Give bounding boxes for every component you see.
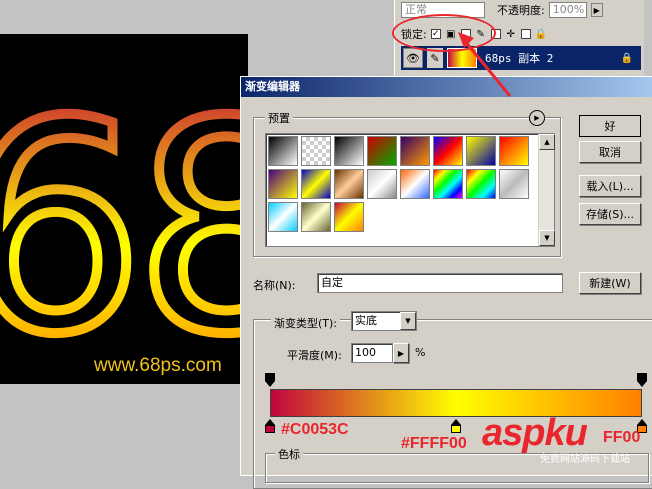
preset-swatch[interactable] [433,169,463,199]
eye-icon[interactable]: 👁 [403,48,423,68]
big-number-artwork: 68 [0,56,248,384]
triangle-down-icon: ▼ [544,234,550,242]
name-label: 名称(N): [253,279,296,292]
preset-swatch[interactable] [334,169,364,199]
preset-swatch[interactable] [334,202,364,232]
blend-mode-value: 正常 [405,3,427,16]
preset-swatch[interactable] [466,136,496,166]
smoothness-slider-button[interactable]: ▶ [393,343,409,363]
presets-label: 预置 [265,110,293,126]
brand-logo-subtitle: 免费网站源码下载站 [540,454,630,465]
watermark-url: www.68ps.com [94,355,222,376]
chevron-down-icon[interactable]: ▼ [400,312,416,330]
smoothness-value: 100 [355,346,376,359]
preset-swatch[interactable] [301,136,331,166]
opacity-label: 不透明度: [497,4,545,17]
presets-scrollbar[interactable]: ▲ ▼ [538,134,555,246]
opacity-input[interactable]: 100% [548,2,587,18]
preset-swatch[interactable] [301,169,331,199]
gradient-type-label: 渐变类型(T): [271,315,341,331]
brand-logo: aspku [482,412,588,454]
annotation-left-color: #C0053C [281,421,349,438]
annotation-right-color: FF00 [603,429,641,446]
ok-button[interactable]: 好 [578,114,642,138]
color-stop-middle[interactable] [451,419,461,433]
presets-menu-button[interactable]: ▶ [529,110,545,126]
color-stop-left[interactable] [265,419,275,433]
triangle-right-icon: ▶ [593,5,600,15]
opacity-value: 100% [552,3,585,16]
preset-swatch[interactable] [499,136,529,166]
load-button[interactable]: 载入(L)... [579,175,641,197]
name-value: 自定 [321,276,343,289]
preset-swatch[interactable] [400,136,430,166]
lock-all-checkbox[interactable] [520,29,531,39]
preset-swatch[interactable] [433,136,463,166]
opacity-stop-left[interactable] [265,373,275,387]
triangle-right-icon: ▶ [534,114,540,122]
triangle-up-icon: ▲ [544,138,550,146]
big-number-text: 68 [0,94,248,354]
gradient-editor-dialog: 渐变编辑器 预置 ▶ ▲ ▼ 好 取消 载入(L)... 存储(S)... 名称… [240,76,652,489]
preset-swatch[interactable] [334,136,364,166]
preset-swatch[interactable] [367,169,397,199]
scroll-up-button[interactable]: ▲ [539,134,555,150]
new-button[interactable]: 新建(W) [579,272,641,294]
save-button[interactable]: 存储(S)... [579,203,641,225]
preset-swatch[interactable] [367,136,397,166]
lock-icon: 🔒 [620,52,633,64]
preset-swatch[interactable] [499,169,529,199]
smoothness-unit: % [415,346,426,359]
preset-swatch[interactable] [268,169,298,199]
document-canvas[interactable]: 68 www.68ps.com [0,34,248,384]
smoothness-label: 平滑度(M): [287,349,342,362]
presets-list[interactable]: ▲ ▼ [265,133,555,247]
preset-swatch[interactable] [301,202,331,232]
cancel-button[interactable]: 取消 [579,141,641,163]
gradient-type-value: 实底 [355,314,377,327]
opacity-stop-right[interactable] [637,373,647,387]
preset-swatch[interactable] [400,169,430,199]
preset-swatch[interactable] [466,169,496,199]
preset-swatches [268,136,538,232]
opacity-slider-button[interactable]: ▶ [590,3,603,17]
annotation-arrow [458,32,512,97]
gradient-type-select[interactable]: 实底 ▼ [351,311,417,331]
name-input[interactable]: 自定 [317,273,563,293]
stops-label: 色标 [275,446,303,462]
preset-swatch[interactable] [268,202,298,232]
annotation-middle-color: #FFFF00 [401,435,467,452]
smoothness-input[interactable]: 100 [351,343,393,363]
triangle-right-icon: ▶ [397,348,405,358]
lock-icon: 🔒 [534,28,547,40]
scroll-down-button[interactable]: ▼ [539,230,555,246]
preset-swatch[interactable] [268,136,298,166]
